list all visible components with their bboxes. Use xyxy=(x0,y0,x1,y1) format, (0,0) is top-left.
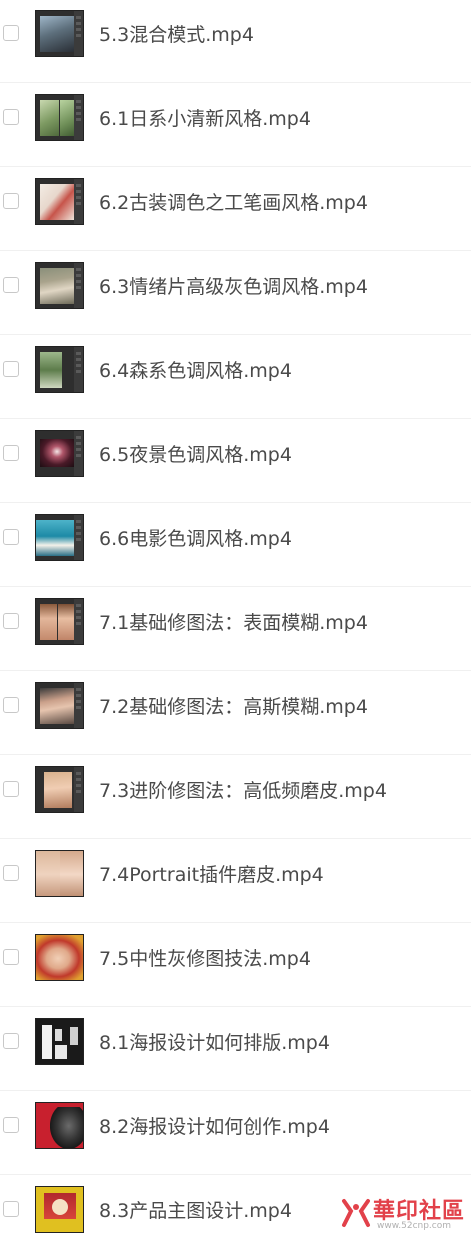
file-name[interactable]: 6.6电影色调风格.mp4 xyxy=(99,527,292,551)
file-row[interactable]: 7.3进阶修图法：高低频磨皮.mp4 xyxy=(0,755,471,839)
video-thumbnail[interactable] xyxy=(35,850,84,897)
select-checkbox[interactable] xyxy=(3,25,19,41)
file-row[interactable]: 6.6电影色调风格.mp4 xyxy=(0,503,471,587)
select-checkbox[interactable] xyxy=(3,1033,19,1049)
select-checkbox[interactable] xyxy=(3,781,19,797)
file-row[interactable]: 6.5夜景色调风格.mp4 xyxy=(0,419,471,503)
file-row[interactable]: 8.2海报设计如何创作.mp4 xyxy=(0,1091,471,1175)
file-row[interactable]: 6.1日系小清新风格.mp4 xyxy=(0,83,471,167)
file-name[interactable]: 7.5中性灰修图技法.mp4 xyxy=(99,947,311,971)
select-checkbox[interactable] xyxy=(3,865,19,881)
file-row[interactable]: 7.4Portrait插件磨皮.mp4 xyxy=(0,839,471,923)
select-checkbox[interactable] xyxy=(3,445,19,461)
file-row[interactable]: 6.4森系色调风格.mp4 xyxy=(0,335,471,419)
file-name[interactable]: 8.2海报设计如何创作.mp4 xyxy=(99,1115,330,1139)
video-thumbnail[interactable] xyxy=(35,514,84,561)
video-thumbnail[interactable] xyxy=(35,1018,84,1065)
video-thumbnail[interactable] xyxy=(35,934,84,981)
file-row[interactable]: 5.3混合模式.mp4 xyxy=(0,0,471,83)
video-thumbnail[interactable] xyxy=(35,178,84,225)
video-thumbnail[interactable] xyxy=(35,1186,84,1233)
file-name[interactable]: 7.4Portrait插件磨皮.mp4 xyxy=(99,863,324,887)
select-checkbox[interactable] xyxy=(3,277,19,293)
file-row[interactable]: 6.3情绪片高级灰色调风格.mp4 xyxy=(0,251,471,335)
video-thumbnail[interactable] xyxy=(35,682,84,729)
video-thumbnail[interactable] xyxy=(35,346,84,393)
file-name[interactable]: 5.3混合模式.mp4 xyxy=(99,23,254,47)
video-thumbnail[interactable] xyxy=(35,1102,84,1149)
file-name[interactable]: 6.5夜景色调风格.mp4 xyxy=(99,443,292,467)
video-thumbnail[interactable] xyxy=(35,766,84,813)
select-checkbox[interactable] xyxy=(3,193,19,209)
file-name[interactable]: 6.3情绪片高级灰色调风格.mp4 xyxy=(99,275,368,299)
file-row[interactable]: 7.1基础修图法：表面模糊.mp4 xyxy=(0,587,471,671)
select-checkbox[interactable] xyxy=(3,529,19,545)
select-checkbox[interactable] xyxy=(3,1201,19,1217)
video-thumbnail[interactable] xyxy=(35,262,84,309)
file-name[interactable]: 7.1基础修图法：表面模糊.mp4 xyxy=(99,611,368,635)
file-row[interactable]: 6.2古装调色之工笔画风格.mp4 xyxy=(0,167,471,251)
logo-mark-icon xyxy=(341,1195,371,1231)
site-watermark: 華印社區 www.52cnp.com xyxy=(339,1193,467,1235)
select-checkbox[interactable] xyxy=(3,109,19,125)
file-row[interactable]: 8.1海报设计如何排版.mp4 xyxy=(0,1007,471,1091)
video-thumbnail[interactable] xyxy=(35,598,84,645)
file-name[interactable]: 6.1日系小清新风格.mp4 xyxy=(99,107,311,131)
video-thumbnail[interactable] xyxy=(35,430,84,477)
watermark-url: www.52cnp.com xyxy=(377,1221,452,1231)
select-checkbox[interactable] xyxy=(3,1117,19,1133)
select-checkbox[interactable] xyxy=(3,697,19,713)
select-checkbox[interactable] xyxy=(3,949,19,965)
select-checkbox[interactable] xyxy=(3,361,19,377)
file-name[interactable]: 7.3进阶修图法：高低频磨皮.mp4 xyxy=(99,779,387,803)
file-list: 5.3混合模式.mp4 6.1日系小清新风格.mp4 6.2古装调色之工笔画风格… xyxy=(0,0,471,1239)
file-name[interactable]: 7.2基础修图法：高斯模糊.mp4 xyxy=(99,695,368,719)
video-thumbnail[interactable] xyxy=(35,10,84,57)
file-name[interactable]: 8.1海报设计如何排版.mp4 xyxy=(99,1031,330,1055)
file-name[interactable]: 8.3产品主图设计.mp4 xyxy=(99,1199,292,1223)
video-thumbnail[interactable] xyxy=(35,94,84,141)
file-name[interactable]: 6.4森系色调风格.mp4 xyxy=(99,359,292,383)
select-checkbox[interactable] xyxy=(3,613,19,629)
file-row[interactable]: 7.2基础修图法：高斯模糊.mp4 xyxy=(0,671,471,755)
file-name[interactable]: 6.2古装调色之工笔画风格.mp4 xyxy=(99,191,368,215)
file-row[interactable]: 7.5中性灰修图技法.mp4 xyxy=(0,923,471,1007)
